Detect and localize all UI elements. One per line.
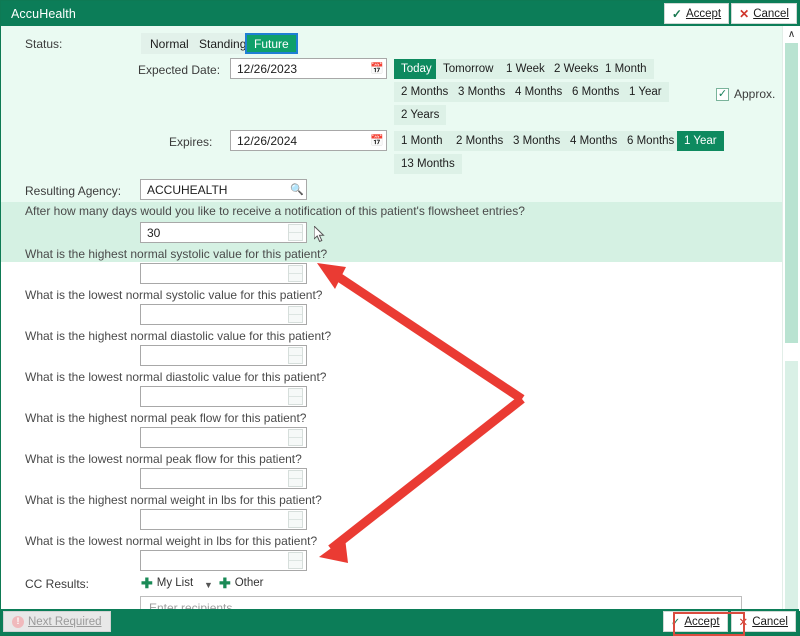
scrollbar-lower-region[interactable]	[785, 361, 798, 611]
question-input-6[interactable]	[140, 468, 307, 489]
resulting-agency-value: ACCUHEALTH	[147, 183, 288, 197]
expires-chip-6-months[interactable]: 6 Months	[620, 131, 681, 151]
spinner-icon[interactable]	[288, 511, 303, 528]
expires-chip-13-months[interactable]: 13 Months	[394, 154, 462, 174]
plus-icon: ✚	[219, 576, 231, 590]
expires-chip-3-months[interactable]: 3 Months	[506, 131, 567, 151]
calendar-icon[interactable]: 📅	[368, 131, 386, 150]
notification-question-label: After how many days would you like to re…	[25, 204, 525, 218]
approx-checkbox[interactable]: ✓ Approx.	[716, 87, 775, 101]
expires-chip-1-month[interactable]: 1 Month	[394, 131, 450, 151]
approx-label: Approx.	[734, 87, 775, 101]
cancel-button-top-label: Cancel	[753, 8, 789, 20]
expires-value: 12/26/2024	[237, 134, 368, 148]
question-input-5[interactable]	[140, 427, 307, 448]
search-icon[interactable]: 🔍	[288, 180, 306, 199]
question-label-1: What is the highest normal systolic valu…	[25, 247, 327, 261]
calendar-icon[interactable]: 📅	[368, 59, 386, 78]
expected-chip-1-week[interactable]: 1 Week	[499, 59, 552, 79]
expected-chip-2-weeks[interactable]: 2 Weeks	[547, 59, 606, 79]
expected-chip-tomorrow[interactable]: Tomorrow	[436, 59, 500, 79]
cc-my-list-label: My List	[157, 577, 193, 589]
spinner-icon[interactable]	[288, 265, 303, 282]
question-label-6: What is the lowest normal peak flow for …	[25, 452, 302, 466]
status-label: Status:	[25, 37, 62, 51]
close-icon: ✕	[739, 8, 749, 20]
next-required-button[interactable]: ! Next Required	[3, 611, 111, 632]
expires-chip-1-year[interactable]: 1 Year	[677, 131, 724, 151]
accept-button-top[interactable]: ✓ Accept	[664, 3, 729, 24]
titlebar-actions: ✓ Accept ✕ Cancel	[664, 3, 797, 24]
expected-chip-4-months[interactable]: 4 Months	[508, 82, 569, 102]
accuhealth-dialog: AccuHealth ✓ Accept ✕ Cancel Status: Nor…	[0, 0, 800, 636]
accept-button-top-label: Accept	[686, 8, 721, 20]
scrollbar-track[interactable]	[783, 43, 800, 611]
question-input-1[interactable]	[140, 263, 307, 284]
next-required-label: Next Required	[28, 616, 102, 628]
alert-icon: !	[12, 616, 24, 628]
question-input-3[interactable]	[140, 345, 307, 366]
spinner-icon[interactable]	[288, 224, 303, 241]
accept-button-bottom-label: Accept	[684, 616, 719, 628]
expected-chip-today[interactable]: Today	[394, 59, 439, 79]
question-label-2: What is the lowest normal systolic value…	[25, 288, 322, 302]
expected-chip-1-month[interactable]: 1 Month	[598, 59, 654, 79]
cc-other-button[interactable]: ✚ Other	[219, 576, 264, 590]
cc-results-label: CC Results:	[25, 577, 89, 591]
expected-date-label: Expected Date:	[138, 63, 220, 77]
expected-chip-6-months[interactable]: 6 Months	[565, 82, 626, 102]
resulting-agency-input[interactable]: ACCUHEALTH 🔍	[140, 179, 307, 200]
spinner-icon[interactable]	[288, 552, 303, 569]
question-input-2[interactable]	[140, 304, 307, 325]
schedule-section-background	[1, 26, 782, 202]
expires-label: Expires:	[169, 135, 212, 149]
plus-icon: ✚	[141, 576, 153, 590]
checkbox-checked-icon: ✓	[716, 88, 729, 101]
question-label-7: What is the highest normal weight in lbs…	[25, 493, 322, 507]
status-option-future[interactable]: Future	[245, 33, 298, 54]
title-bar: AccuHealth ✓ Accept ✕ Cancel	[1, 1, 799, 26]
form-scroll-area: Status: Normal Standing Future Expected …	[1, 26, 799, 611]
expires-chip-4-months[interactable]: 4 Months	[563, 131, 624, 151]
resulting-agency-label: Resulting Agency:	[25, 184, 121, 198]
question-label-3: What is the highest normal diastolic val…	[25, 329, 331, 343]
cancel-button-top[interactable]: ✕ Cancel	[731, 3, 797, 24]
scrollbar-thumb[interactable]	[785, 43, 798, 343]
scroll-up-icon[interactable]: ∧	[783, 26, 800, 43]
expected-chip-3-months[interactable]: 3 Months	[451, 82, 512, 102]
check-icon: ✓	[672, 8, 682, 20]
cancel-button-bottom[interactable]: ✕ Cancel	[731, 611, 796, 632]
accept-button-bottom[interactable]: ✓ Accept	[663, 611, 728, 632]
spinner-icon[interactable]	[288, 470, 303, 487]
close-icon: ✕	[739, 615, 749, 629]
question-label-4: What is the lowest normal diastolic valu…	[25, 370, 326, 384]
expires-input[interactable]: 12/26/2024 📅	[230, 130, 387, 151]
vertical-scrollbar[interactable]: ∧	[782, 26, 799, 611]
chevron-down-icon[interactable]: ▼	[204, 580, 213, 590]
cc-other-label: Other	[235, 577, 264, 589]
question-label-8: What is the lowest normal weight in lbs …	[25, 534, 317, 548]
expected-chip-1-year[interactable]: 1 Year	[622, 82, 669, 102]
bottom-bar: ! Next Required ✓ Accept ✕ Cancel	[1, 609, 799, 635]
expected-date-input[interactable]: 12/26/2023 📅	[230, 58, 387, 79]
question-input-7[interactable]	[140, 509, 307, 530]
window-title: AccuHealth	[11, 7, 76, 21]
notification-days-value: 30	[147, 226, 288, 240]
check-icon: ✓	[671, 615, 681, 629]
question-label-5: What is the highest normal peak flow for…	[25, 411, 306, 425]
spinner-icon[interactable]	[288, 388, 303, 405]
cc-my-list-button[interactable]: ✚ My List	[141, 576, 193, 590]
spinner-icon[interactable]	[288, 347, 303, 364]
cancel-button-bottom-label: Cancel	[752, 616, 788, 628]
expected-date-value: 12/26/2023	[237, 62, 368, 76]
spinner-icon[interactable]	[288, 306, 303, 323]
notification-days-input[interactable]: 30	[140, 222, 307, 243]
bottom-actions: ✓ Accept ✕ Cancel	[663, 611, 796, 632]
expected-chip-2-months[interactable]: 2 Months	[394, 82, 455, 102]
spinner-icon[interactable]	[288, 429, 303, 446]
expected-chip-2-years[interactable]: 2 Years	[394, 105, 446, 125]
expires-chip-2-months[interactable]: 2 Months	[449, 131, 510, 151]
question-input-4[interactable]	[140, 386, 307, 407]
question-input-8[interactable]	[140, 550, 307, 571]
